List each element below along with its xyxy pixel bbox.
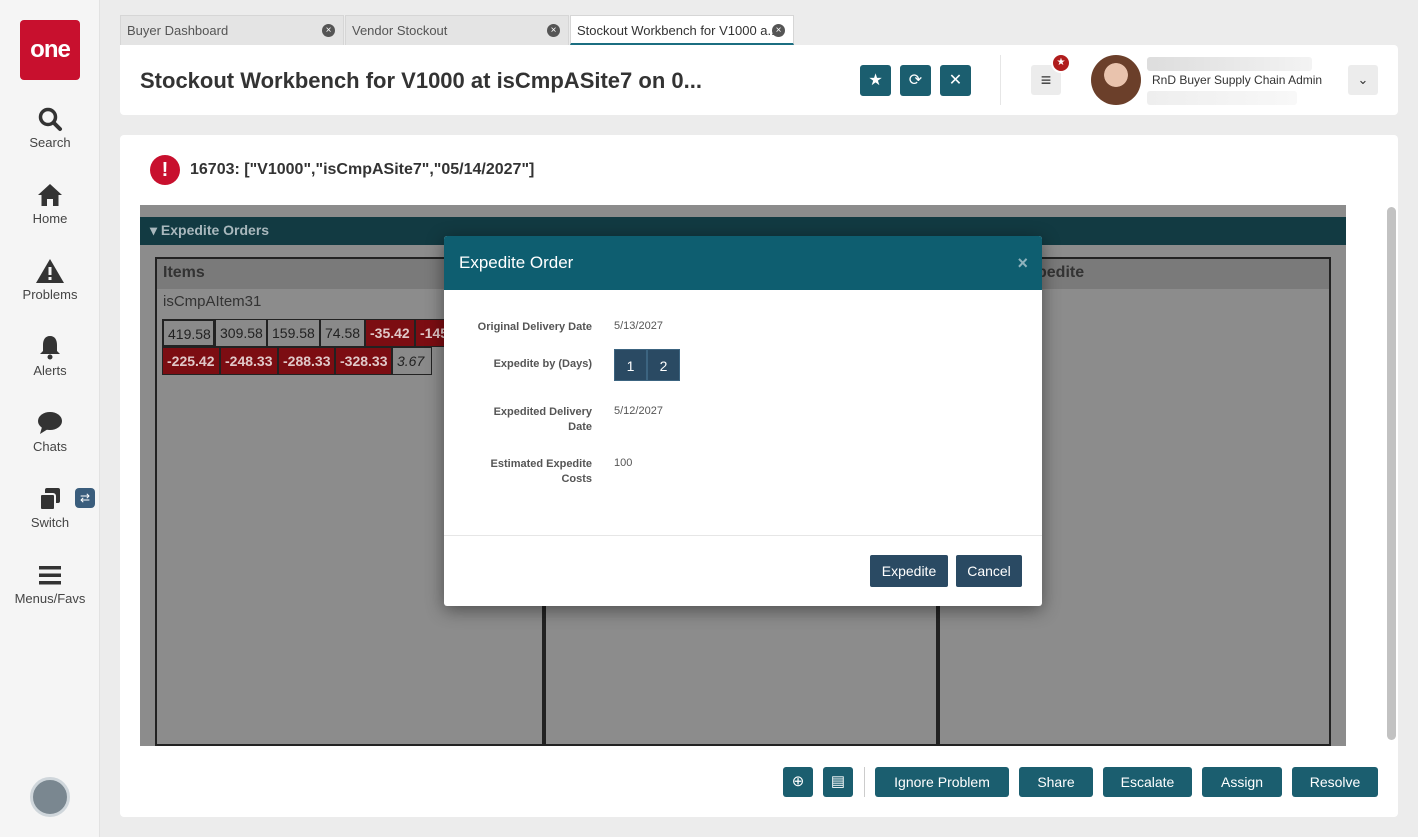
field-label: Expedite by (Days)	[493, 358, 592, 370]
sidebar-item-label: Problems	[22, 287, 78, 302]
resolve-button[interactable]: Resolve	[1292, 767, 1378, 797]
zoom-button[interactable]: ⊕	[783, 767, 813, 797]
dialog-footer-divider	[444, 535, 1042, 536]
chat-icon	[38, 412, 62, 434]
warning-icon	[36, 259, 64, 283]
menu-icon	[39, 566, 61, 585]
cancel-button[interactable]: Cancel	[956, 555, 1022, 587]
close-icon: ✕	[948, 72, 963, 89]
expedite-button[interactable]: Expedite	[870, 555, 948, 587]
escalate-button[interactable]: Escalate	[1103, 767, 1192, 797]
column-header-label: pedite	[1037, 264, 1085, 281]
note-icon: ▤	[830, 773, 846, 790]
error-icon: !	[150, 155, 180, 185]
field-label: Expedited Delivery Date	[462, 405, 592, 435]
sidebar-item-search[interactable]: Search	[0, 106, 100, 150]
tab-vendor-stockout[interactable]: Vendor Stockout ×	[345, 15, 569, 45]
chevron-down-icon: ⌄	[1357, 72, 1369, 87]
sidebar-item-alerts[interactable]: Alerts	[0, 334, 100, 378]
note-button[interactable]: ▤	[823, 767, 853, 797]
sidebar-item-problems[interactable]: Problems	[0, 258, 100, 302]
sidebar-item-label: Menus/Favs	[14, 591, 86, 606]
star-icon: ★	[868, 72, 883, 89]
user-org-redacted	[1147, 91, 1297, 105]
close-page-button[interactable]: ✕	[940, 65, 971, 96]
table-cell[interactable]: 3.67	[392, 347, 432, 375]
star-icon: ★	[1056, 57, 1066, 68]
close-tab-icon[interactable]: ×	[322, 24, 335, 37]
ignore-problem-button[interactable]: Ignore Problem	[875, 767, 1009, 797]
original-delivery-value: 5/13/2027	[614, 320, 663, 332]
action-bar: ⊕ ▤ Ignore Problem Share Escalate Assign…	[120, 767, 1398, 797]
header-divider	[1000, 55, 1001, 105]
page-title: Stockout Workbench for V1000 at isCmpASi…	[140, 68, 702, 93]
table-cell[interactable]: 309.58	[215, 319, 267, 347]
estimated-cost-value: 100	[614, 457, 633, 469]
close-icon[interactable]: ×	[1017, 236, 1028, 290]
search-icon	[38, 107, 62, 131]
hamburger-icon: ≡	[1040, 70, 1052, 90]
tab-buyer-dashboard[interactable]: Buyer Dashboard ×	[120, 15, 344, 45]
tab-label: Stockout Workbench for V1000 a...	[577, 23, 779, 38]
switch-icon	[39, 488, 60, 511]
scrollbar[interactable]	[1387, 207, 1396, 740]
dialog-header: Expedite Order ×	[444, 236, 1042, 290]
table-cell[interactable]: 74.58	[320, 319, 365, 347]
one-logo[interactable]: one	[20, 20, 80, 80]
user-role: RnD Buyer Supply Chain Admin	[1152, 73, 1323, 87]
dialog-title: Expedite Order	[459, 253, 574, 272]
home-icon	[38, 184, 62, 206]
left-sidebar: one Search Home Problems Alerts Chats Sw…	[0, 0, 100, 837]
table-cell[interactable]: -288.33	[278, 347, 335, 375]
user-avatar[interactable]	[1091, 55, 1141, 105]
field-label-line: Costs	[561, 473, 592, 485]
sidebar-item-menus-favs[interactable]: Menus/Favs	[0, 562, 100, 606]
table-cell[interactable]: -35.42	[365, 319, 415, 347]
sidebar-item-label: Home	[32, 211, 68, 226]
error-message: 16703: ["V1000","isCmpASite7","05/14/202…	[190, 161, 535, 178]
sidebar-item-label: Alerts	[33, 363, 67, 378]
table-cell[interactable]: 419.58	[162, 319, 215, 347]
field-label-line: Estimated Expedite	[490, 458, 592, 470]
sidebar-item-label: Switch	[30, 515, 70, 530]
tab-label: Buyer Dashboard	[127, 23, 229, 38]
expedite-day-1-option[interactable]: 1	[614, 349, 647, 381]
assistant-avatar[interactable]	[30, 777, 70, 817]
table-cell[interactable]: 159.58	[267, 319, 320, 347]
user-dropdown-button[interactable]: ⌄	[1348, 65, 1378, 95]
tab-stockout-workbench[interactable]: Stockout Workbench for V1000 a... ×	[570, 15, 794, 45]
table-cell[interactable]: -328.33	[335, 347, 392, 375]
user-name-redacted	[1147, 57, 1312, 71]
field-label: Estimated Expedite Costs	[462, 457, 592, 487]
field-label: Original Delivery Date	[477, 321, 592, 333]
field-label-line: Date	[568, 421, 592, 433]
refresh-button[interactable]: ⟳	[900, 65, 931, 96]
zoom-in-icon: ⊕	[791, 773, 805, 790]
assign-button[interactable]: Assign	[1202, 767, 1282, 797]
favorite-button[interactable]: ★	[860, 65, 891, 96]
expedite-day-2-option[interactable]: 2	[647, 349, 680, 381]
expedited-delivery-value: 5/12/2027	[614, 405, 663, 417]
expedite-order-dialog: Expedite Order × Original Delivery Date …	[444, 236, 1042, 606]
table-cell[interactable]: -248.33	[220, 347, 278, 375]
sidebar-item-chats[interactable]: Chats	[0, 410, 100, 454]
panel-title: Expedite Orders	[160, 222, 270, 238]
table-cell[interactable]: -225.42	[162, 347, 220, 375]
tab-label: Vendor Stockout	[352, 23, 448, 38]
favorites-badge: ★	[1051, 53, 1071, 73]
sidebar-item-home[interactable]: Home	[0, 182, 100, 226]
bell-icon	[40, 336, 60, 360]
sidebar-item-label: Chats	[33, 439, 67, 454]
expedite-by-row: Expedite by (Days) 1 2	[444, 349, 1042, 381]
action-divider	[864, 767, 865, 797]
field-label-line: Expedited Delivery	[493, 406, 592, 418]
refresh-icon: ⟳	[908, 72, 923, 89]
switch-badge[interactable]: ⇄	[75, 488, 95, 508]
share-button[interactable]: Share	[1019, 767, 1093, 797]
page-header: Stockout Workbench for V1000 at isCmpASi…	[120, 45, 1398, 115]
close-tab-icon[interactable]: ×	[547, 24, 560, 37]
close-tab-icon[interactable]: ×	[772, 24, 785, 37]
sidebar-item-label: Search	[29, 135, 71, 150]
caret-down-icon: ▾	[150, 222, 158, 238]
